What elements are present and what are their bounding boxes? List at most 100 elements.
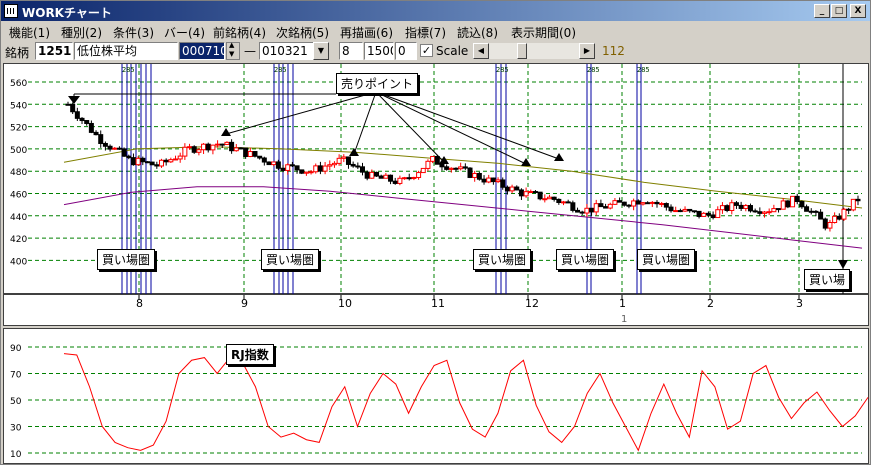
sell-point-arrowhead bbox=[68, 96, 80, 104]
candle-body bbox=[205, 143, 211, 151]
candle-body bbox=[729, 202, 735, 211]
scroll-right-button[interactable]: ▶ bbox=[579, 43, 595, 59]
param3-input[interactable]: 0 bbox=[395, 42, 417, 60]
stock-name-field[interactable]: 低位株平均 bbox=[74, 42, 178, 60]
scroll-thumb[interactable] bbox=[517, 43, 527, 59]
candle-body bbox=[799, 201, 805, 208]
price-tick-label: 460 bbox=[10, 191, 27, 201]
candle-body bbox=[668, 206, 674, 212]
menu-type[interactable]: 種別(2) bbox=[61, 24, 102, 41]
candle-body bbox=[504, 186, 510, 192]
candle-body bbox=[289, 164, 295, 167]
minimize-button[interactable]: _ bbox=[814, 4, 830, 18]
candle-body bbox=[420, 167, 426, 174]
candle-body bbox=[486, 177, 492, 183]
price-chart-panel: 560 540 520 500 480 460 440 420 400 285 285 285 285 2… bbox=[3, 63, 869, 295]
scale-label: Scale bbox=[436, 44, 469, 58]
candle-body bbox=[687, 208, 693, 212]
candle-body bbox=[514, 186, 520, 191]
candle-body bbox=[219, 143, 225, 146]
candle-body bbox=[691, 210, 697, 213]
param2-input[interactable]: 1500 bbox=[364, 42, 394, 60]
candle-body bbox=[406, 177, 412, 180]
candle-body bbox=[570, 202, 576, 211]
scale-checkbox[interactable]: ✓ bbox=[420, 44, 433, 57]
menu-function[interactable]: 機能(1) bbox=[9, 24, 50, 41]
date-tick-label: 1 bbox=[619, 297, 626, 310]
candle-body bbox=[74, 111, 80, 119]
scroll-left-button[interactable]: ◀ bbox=[473, 43, 489, 59]
buy-zone-callout-4: 買い場圏 bbox=[556, 249, 615, 270]
candle-body bbox=[383, 174, 389, 179]
candle-body bbox=[593, 203, 599, 213]
date-dropdown-button[interactable]: ▼ bbox=[313, 42, 329, 60]
rj-tick-label: 50 bbox=[10, 397, 22, 407]
candle-body bbox=[439, 163, 445, 168]
period-spinner[interactable] bbox=[226, 41, 240, 60]
title-bar[interactable]: WORKチャート _ □ X bbox=[1, 1, 870, 21]
candle-body bbox=[275, 161, 281, 169]
candle-body bbox=[144, 161, 150, 164]
sell-point-arrowhead bbox=[554, 153, 564, 161]
menu-load[interactable]: 読込(8) bbox=[457, 24, 498, 41]
code-input[interactable]: 1251 bbox=[35, 42, 73, 60]
date-tick-label: 3 bbox=[796, 297, 803, 310]
candle-body bbox=[112, 147, 118, 150]
candle-body bbox=[607, 203, 613, 209]
menu-bar-option[interactable]: バー(4) bbox=[164, 24, 205, 41]
menu-indicator[interactable]: 指標(7) bbox=[405, 24, 446, 41]
candle-body bbox=[579, 211, 585, 214]
candle-body bbox=[808, 210, 814, 213]
candle-body bbox=[752, 210, 758, 213]
candle-body bbox=[766, 211, 772, 214]
sell-point-arrowhead bbox=[439, 156, 449, 164]
candle-body bbox=[827, 221, 833, 229]
candle-body bbox=[378, 175, 384, 179]
menu-prev-stock[interactable]: 前銘柄(4) bbox=[213, 24, 266, 41]
candle-body bbox=[70, 103, 76, 113]
period-input[interactable]: 000710 bbox=[179, 42, 225, 60]
candle-body bbox=[299, 169, 305, 174]
window-title: WORKチャート bbox=[22, 6, 112, 20]
close-button[interactable]: X bbox=[850, 4, 866, 18]
candle-body bbox=[102, 142, 108, 147]
candle-body bbox=[173, 158, 179, 161]
candle-body bbox=[532, 191, 538, 194]
candle-body bbox=[416, 172, 422, 178]
maximize-button[interactable]: □ bbox=[831, 4, 847, 18]
candle-body bbox=[158, 159, 164, 167]
candle-body bbox=[495, 179, 501, 183]
candle-body bbox=[285, 164, 291, 171]
candle-body bbox=[603, 206, 609, 209]
signal-tag: 285 bbox=[637, 66, 650, 74]
candle-body bbox=[392, 180, 398, 184]
candle-body bbox=[780, 200, 786, 210]
position-scrollbar[interactable] bbox=[489, 43, 579, 59]
dash-separator: — bbox=[244, 44, 256, 58]
menu-redraw[interactable]: 再描画(6) bbox=[340, 24, 393, 41]
signal-tag: 285 bbox=[587, 66, 600, 74]
candle-body bbox=[677, 210, 683, 213]
candle-body bbox=[243, 147, 249, 157]
toolbar: 銘柄 1251 低位株平均 000710 — 010321 ▼ 8 1500 0… bbox=[1, 40, 870, 62]
candle-body bbox=[490, 177, 496, 183]
menu-display-period[interactable]: 表示期間(0) bbox=[511, 24, 576, 41]
param1-input[interactable]: 8 bbox=[339, 42, 363, 60]
date-axis-panel: 8 9 10 11 12 1 2 3 1 bbox=[3, 294, 869, 326]
menu-condition[interactable]: 条件(3) bbox=[113, 24, 154, 41]
candle-body bbox=[617, 200, 623, 203]
code-label: 銘柄 bbox=[5, 46, 30, 60]
candle-body bbox=[341, 156, 347, 159]
candle-body bbox=[598, 203, 604, 208]
candle-body bbox=[822, 218, 828, 229]
candle-body bbox=[266, 161, 272, 166]
buy-zone-callout-1: 買い場圏 bbox=[97, 249, 156, 270]
candle-body bbox=[790, 195, 796, 208]
rj-tick-label: 70 bbox=[10, 371, 22, 381]
candle-body bbox=[224, 141, 230, 145]
date-select[interactable]: 010321 bbox=[259, 42, 314, 60]
candle-body bbox=[317, 165, 323, 172]
menu-next-stock[interactable]: 次銘柄(5) bbox=[276, 24, 329, 41]
candle-body bbox=[411, 176, 417, 179]
candle-body bbox=[663, 203, 669, 208]
